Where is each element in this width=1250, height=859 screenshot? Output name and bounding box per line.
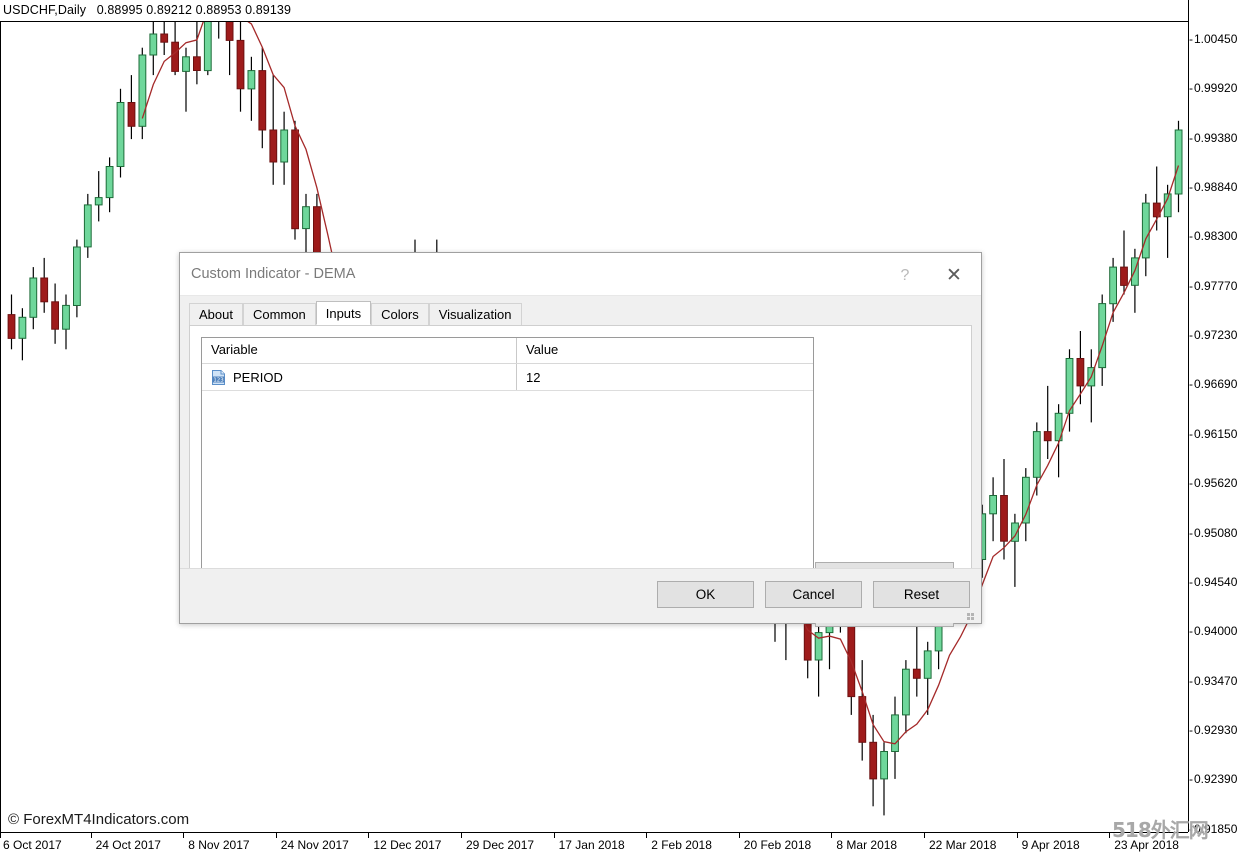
tab-visualization[interactable]: Visualization bbox=[429, 303, 522, 325]
price-tick: -0.96150 bbox=[1189, 428, 1237, 440]
inputs-table[interactable]: Variable Value 123 PERIOD 12 bbox=[201, 337, 814, 573]
date-tick-mark bbox=[739, 833, 740, 838]
date-tick: 29 Dec 2017 bbox=[466, 838, 534, 852]
date-tick: 20 Feb 2018 bbox=[744, 838, 811, 852]
tab-inputs[interactable]: Inputs bbox=[316, 301, 371, 325]
dialog-title: Custom Indicator - DEMA bbox=[191, 266, 355, 282]
tab-label: Visualization bbox=[439, 307, 512, 322]
date-tick: 6 Oct 2017 bbox=[3, 838, 62, 852]
chart-symbol-bar: USDCHF,Daily 0.88995 0.89212 0.88953 0.8… bbox=[3, 3, 291, 17]
price-tick: -0.98840 bbox=[1189, 181, 1237, 193]
date-tick: 24 Oct 2017 bbox=[96, 838, 161, 852]
date-tick-mark bbox=[831, 833, 832, 838]
date-tick: 9 Apr 2018 bbox=[1022, 838, 1080, 852]
inputs-table-header: Variable Value bbox=[202, 338, 813, 364]
resize-grip-icon[interactable] bbox=[967, 609, 978, 620]
date-axis[interactable]: 6 Oct 2017 24 Oct 2017 8 Nov 2017 24 Nov 20… bbox=[0, 833, 1188, 859]
variable-value[interactable]: 12 bbox=[526, 370, 540, 385]
price-axis[interactable]: -1.00450 -0.99920 -0.99380 -0.98840 -0.98300… bbox=[1189, 0, 1250, 832]
reset-button[interactable]: Reset bbox=[873, 581, 970, 608]
column-header-value[interactable]: Value bbox=[517, 338, 813, 363]
price-tick: -0.99920 bbox=[1189, 82, 1237, 94]
inputs-table-body: 123 PERIOD 12 bbox=[202, 364, 813, 391]
svg-text:123: 123 bbox=[213, 377, 223, 383]
dialog-titlebar[interactable]: Custom Indicator - DEMA ? ✕ bbox=[180, 253, 981, 296]
price-tick: -0.99380 bbox=[1189, 132, 1237, 144]
number-variable-icon: 123 bbox=[211, 370, 226, 385]
inputs-tab-page: Variable Value 123PERIOD12 Load Save bbox=[189, 325, 972, 583]
date-tick: 17 Jan 2018 bbox=[559, 838, 625, 852]
date-tick-mark bbox=[646, 833, 647, 838]
date-tick-mark bbox=[91, 833, 92, 838]
dialog-tabstrip[interactable]: About Common Inputs Colors Visualization bbox=[180, 301, 981, 325]
price-tick: -0.96690 bbox=[1189, 378, 1237, 390]
tab-label: Colors bbox=[381, 307, 419, 322]
price-tick: -0.92930 bbox=[1189, 724, 1237, 736]
price-tick: -0.94540 bbox=[1189, 576, 1237, 588]
help-icon[interactable]: ? bbox=[891, 262, 919, 288]
date-tick-mark bbox=[924, 833, 925, 838]
date-tick-mark bbox=[1017, 833, 1018, 838]
column-header-variable[interactable]: Variable bbox=[202, 338, 517, 363]
table-row[interactable]: 123 PERIOD 12 bbox=[202, 364, 813, 391]
price-tick: -0.94000 bbox=[1189, 625, 1237, 637]
ok-button[interactable]: OK bbox=[657, 581, 754, 608]
tab-colors[interactable]: Colors bbox=[371, 303, 429, 325]
tab-label: Common bbox=[253, 307, 306, 322]
chart-symbol-label: USDCHF,Daily bbox=[3, 3, 86, 17]
date-tick-mark bbox=[554, 833, 555, 838]
price-tick: -0.97230 bbox=[1189, 329, 1237, 341]
date-tick: 2 Feb 2018 bbox=[651, 838, 712, 852]
chart-ohlc-values: 0.88995 0.89212 0.88953 0.89139 bbox=[97, 3, 291, 17]
price-tick: -0.98300 bbox=[1189, 230, 1237, 242]
date-tick: 8 Mar 2018 bbox=[836, 838, 897, 852]
date-tick-mark bbox=[183, 833, 184, 838]
date-tick-mark bbox=[368, 833, 369, 838]
site-watermark: 518外汇网 bbox=[1112, 814, 1208, 843]
tab-about[interactable]: About bbox=[189, 303, 243, 325]
variable-name: PERIOD bbox=[233, 370, 283, 385]
price-tick: -0.92390 bbox=[1189, 773, 1237, 785]
date-tick: 24 Nov 2017 bbox=[281, 838, 349, 852]
close-icon[interactable]: ✕ bbox=[937, 260, 971, 290]
price-tick: -0.95620 bbox=[1189, 477, 1237, 489]
date-tick-mark bbox=[276, 833, 277, 838]
cancel-button[interactable]: Cancel bbox=[765, 581, 862, 608]
price-tick: -0.95080 bbox=[1189, 527, 1237, 539]
dialog-footer: OK Cancel Reset bbox=[180, 568, 981, 623]
date-tick-mark bbox=[1109, 833, 1110, 838]
tab-common[interactable]: Common bbox=[243, 303, 316, 325]
tab-label: Inputs bbox=[326, 306, 361, 321]
tab-label: About bbox=[199, 307, 233, 322]
date-tick: 22 Mar 2018 bbox=[929, 838, 996, 852]
copyright-label: © ForexMT4Indicators.com bbox=[8, 811, 189, 828]
price-tick: -1.00450 bbox=[1189, 33, 1237, 45]
date-tick: 12 Dec 2017 bbox=[373, 838, 441, 852]
custom-indicator-dialog[interactable]: Custom Indicator - DEMA ? ✕ About Common I… bbox=[179, 252, 982, 624]
date-tick: 8 Nov 2017 bbox=[188, 838, 249, 852]
date-tick-mark bbox=[0, 833, 1, 838]
price-tick: -0.93470 bbox=[1189, 675, 1237, 687]
price-tick: -0.97770 bbox=[1189, 280, 1237, 292]
date-tick-mark bbox=[461, 833, 462, 838]
